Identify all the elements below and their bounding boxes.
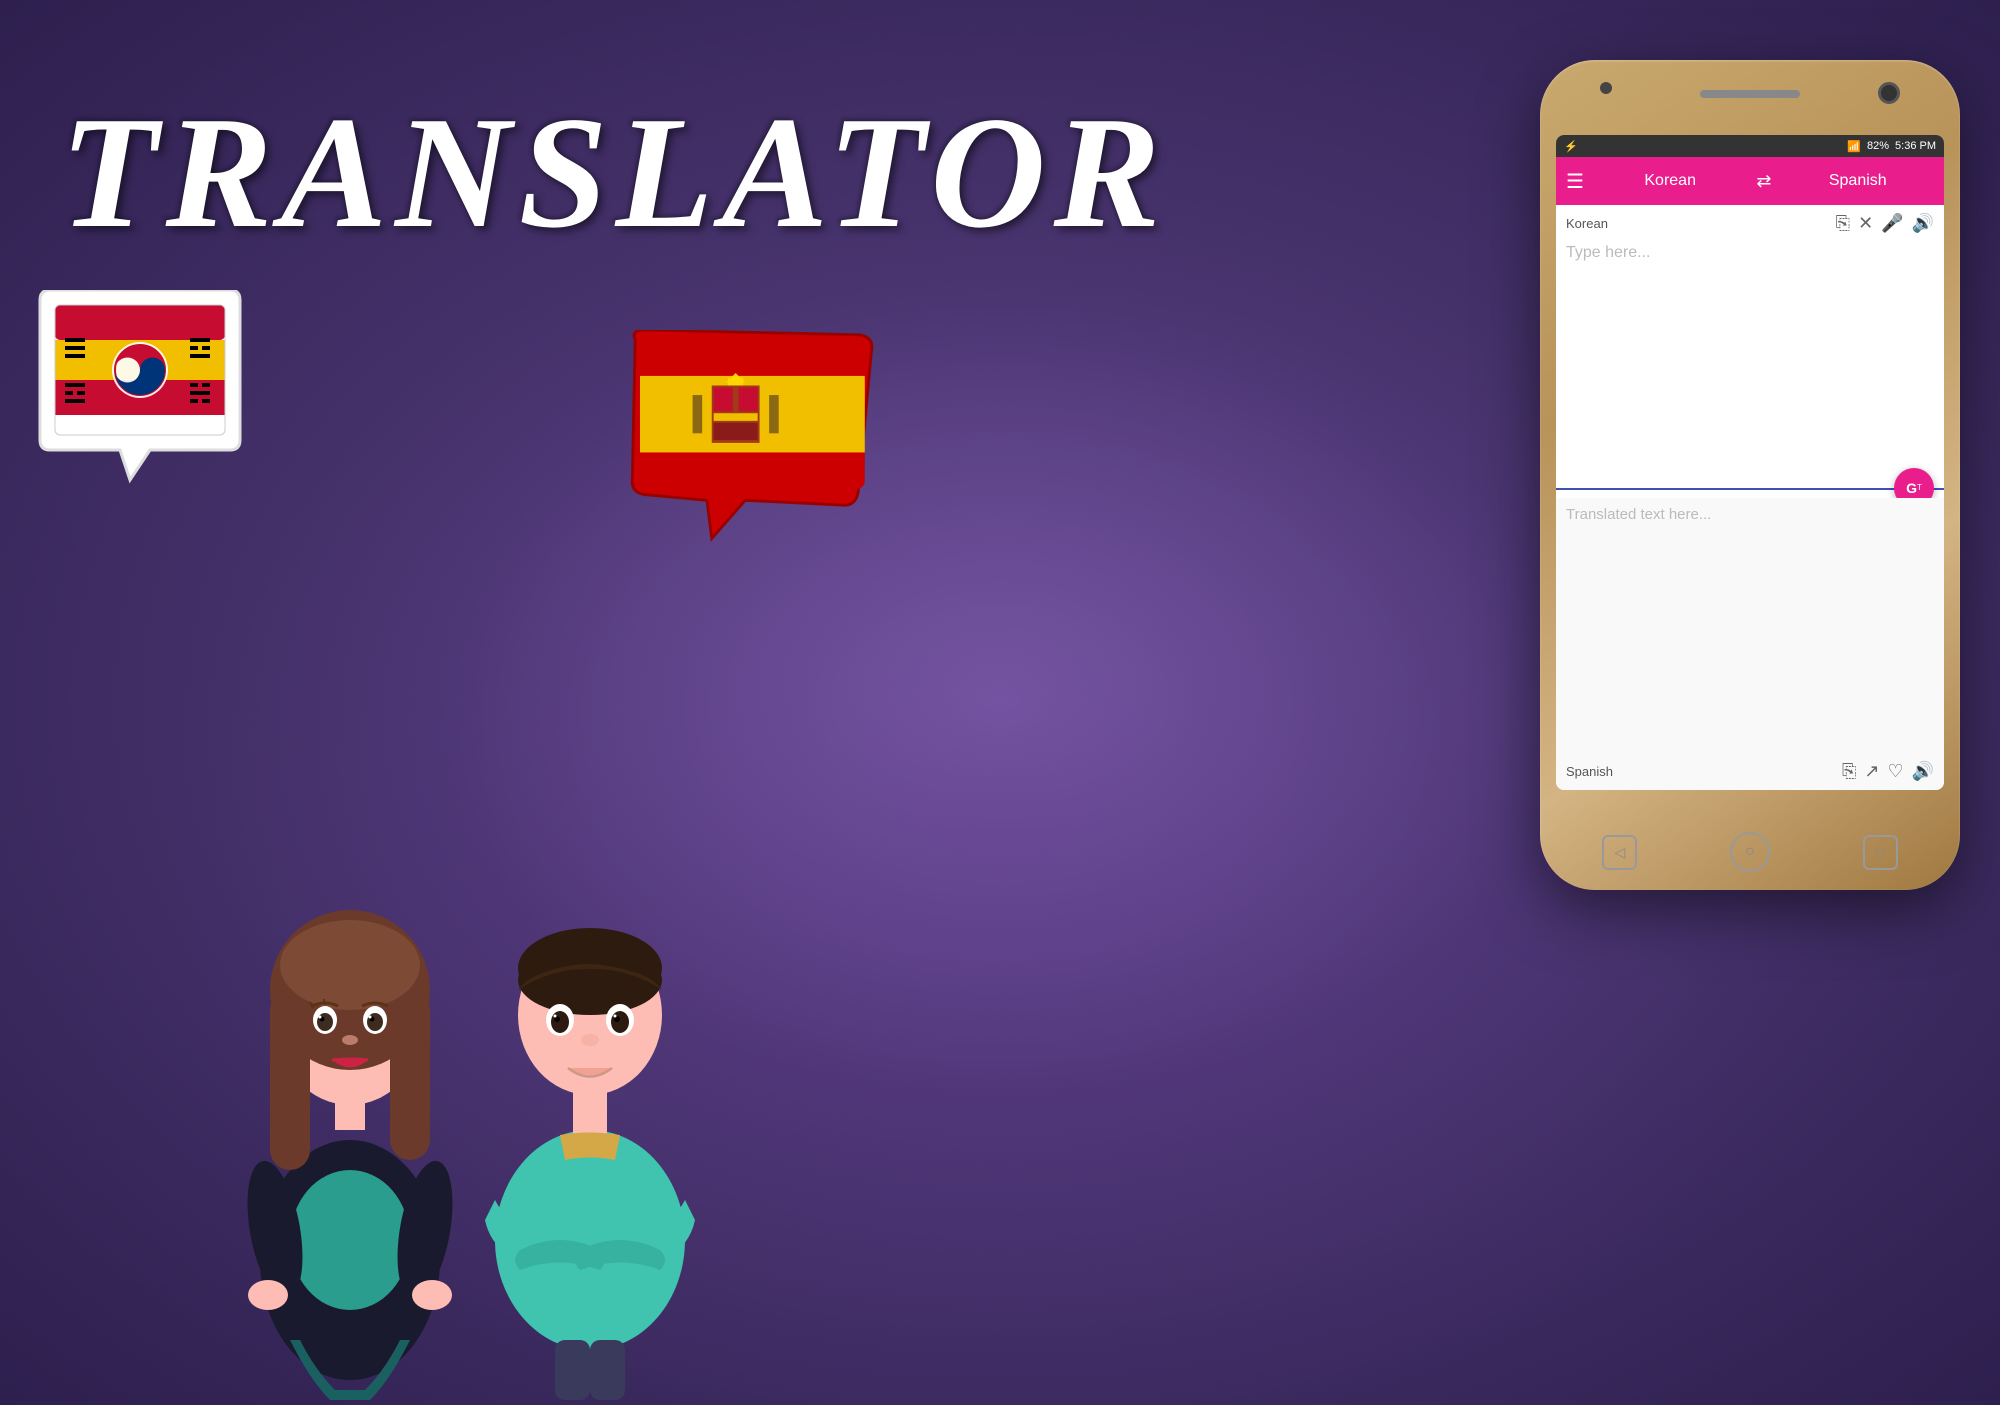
back-button[interactable]: ◁ xyxy=(1602,835,1637,870)
copy-target-icon[interactable]: ⎘ xyxy=(1842,761,1856,782)
mic-icon[interactable]: 🎤 xyxy=(1881,213,1903,234)
app-title: TRANSLATOR xyxy=(60,80,1168,265)
source-action-icons: ⎘ ✕ 🎤 🔊 xyxy=(1836,213,1934,234)
phone-screen: ⚡ 📶 82% 5:36 PM ☰ Korean ⇄ Spanish Korea… xyxy=(1556,135,1944,790)
phone-nav-buttons: ◁ ○ □ xyxy=(1556,832,1944,872)
battery-icon: 82% xyxy=(1867,140,1889,152)
listen-target-icon[interactable]: 🔊 xyxy=(1912,761,1934,782)
target-action-icons: ⎘ ↗ ♡ 🔊 xyxy=(1842,761,1934,782)
clear-icon[interactable]: ✕ xyxy=(1858,213,1873,234)
listen-icon[interactable]: 🔊 xyxy=(1912,213,1934,234)
target-header: Spanish ⎘ ↗ ♡ 🔊 xyxy=(1566,755,1934,782)
menu-icon[interactable]: ☰ xyxy=(1566,169,1584,194)
phone-sensor xyxy=(1600,82,1612,94)
target-section: Translated text here... Spanish ⎘ ↗ ♡ 🔊 xyxy=(1556,498,1944,791)
home-button[interactable]: ○ xyxy=(1730,832,1770,872)
copy-icon[interactable]: ⎘ xyxy=(1836,213,1850,234)
app-toolbar: ☰ Korean ⇄ Spanish xyxy=(1556,157,1944,205)
usb-icon: ⚡ xyxy=(1564,140,1578,153)
target-lang-indicator: Spanish xyxy=(1566,764,1613,779)
share-icon[interactable]: ↗ xyxy=(1864,761,1879,782)
source-lang-indicator: Korean xyxy=(1566,216,1608,231)
target-language-label[interactable]: Spanish xyxy=(1782,172,1934,190)
section-divider: G T xyxy=(1556,488,1944,490)
korean-flag-bubble xyxy=(30,290,250,490)
male-character xyxy=(440,720,740,1400)
time-display: 5:36 PM xyxy=(1895,140,1936,152)
phone-camera-front xyxy=(1878,82,1900,104)
swap-language-button[interactable]: ⇄ xyxy=(1756,171,1771,192)
translated-text-placeholder: Translated text here... xyxy=(1566,506,1934,523)
source-language-label[interactable]: Korean xyxy=(1594,172,1746,190)
favorite-icon[interactable]: ♡ xyxy=(1887,761,1903,782)
phone-speaker xyxy=(1700,90,1800,98)
status-bar: ⚡ 📶 82% 5:36 PM xyxy=(1556,135,1944,157)
source-input-placeholder[interactable]: Type here... xyxy=(1566,240,1934,488)
source-header: Korean ⎘ ✕ 🎤 🔊 xyxy=(1566,213,1934,234)
wifi-icon: 📶 xyxy=(1847,140,1861,153)
spanish-flag-bubble xyxy=(620,330,880,550)
phone-mockup: ⚡ 📶 82% 5:36 PM ☰ Korean ⇄ Spanish Korea… xyxy=(1540,60,1960,890)
source-section: Korean ⎘ ✕ 🎤 🔊 Type here... G T xyxy=(1556,205,1944,498)
recents-button[interactable]: □ xyxy=(1863,835,1898,870)
